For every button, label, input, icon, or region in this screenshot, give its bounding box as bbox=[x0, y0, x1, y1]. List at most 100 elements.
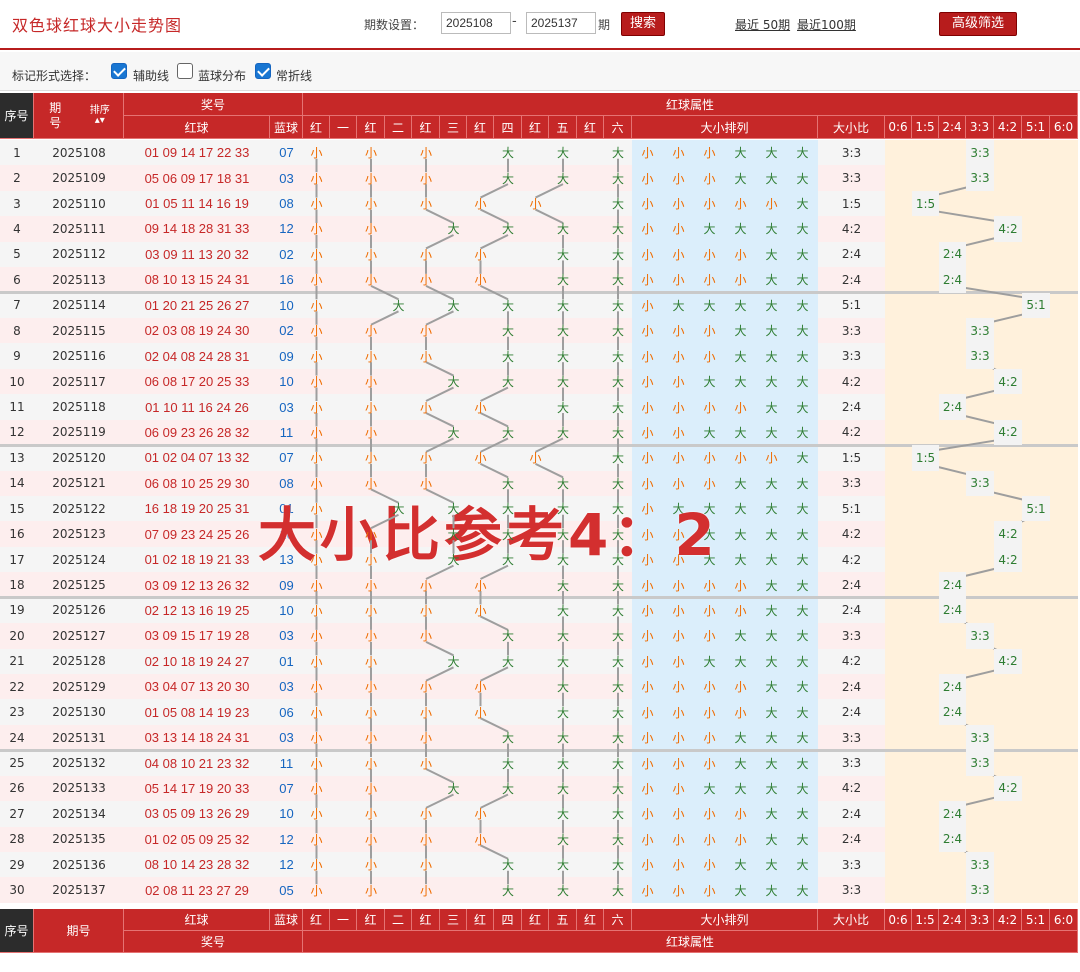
ratio-area-bg bbox=[885, 546, 1078, 573]
seq-cell: 23 bbox=[0, 699, 34, 725]
small-marker: 小 bbox=[310, 171, 323, 186]
arrangement-big: 大 bbox=[787, 368, 818, 395]
arrangement-small: 小 bbox=[663, 521, 694, 547]
arrangement-big: 大 bbox=[787, 724, 818, 751]
big-marker: 大 bbox=[556, 400, 569, 415]
arrangement-big: 大 bbox=[756, 648, 787, 675]
red-ball-numbers: 01 05 11 14 16 19 bbox=[124, 190, 270, 217]
blue-ball-number: 07 bbox=[270, 445, 303, 471]
arrangement-small: 小 bbox=[725, 674, 756, 700]
small-marker: 小 bbox=[419, 807, 432, 822]
small-marker: 小 bbox=[529, 451, 542, 466]
ratio-area-bg bbox=[885, 597, 1078, 624]
issue-cell: 2025130 bbox=[34, 699, 124, 725]
seq-cell: 27 bbox=[0, 801, 34, 827]
ratio-column-footer: 2:4 bbox=[939, 909, 966, 931]
polyline-checkbox[interactable] bbox=[255, 63, 271, 79]
position-footer: 三 bbox=[440, 909, 467, 931]
search-button[interactable]: 搜索 bbox=[621, 12, 665, 36]
size-ratio-cell: 1:5 bbox=[818, 445, 885, 471]
size-ratio-cell: 3:3 bbox=[818, 140, 885, 166]
arrangement-big: 大 bbox=[725, 216, 756, 242]
arrangement-small: 小 bbox=[632, 368, 663, 395]
big-marker: 大 bbox=[611, 527, 624, 542]
arrangement-big: 大 bbox=[725, 724, 756, 751]
red-ball-numbers: 01 10 11 16 24 26 bbox=[124, 394, 270, 420]
small-marker: 小 bbox=[310, 502, 323, 517]
arrangement-small: 小 bbox=[632, 394, 663, 420]
recent-50-link[interactable]: 最近 50期 bbox=[735, 16, 790, 33]
big-marker: 大 bbox=[611, 807, 624, 822]
arrangement-big: 大 bbox=[787, 674, 818, 700]
blue-ball-number: 12 bbox=[270, 852, 303, 878]
auxiliary-line-checkbox[interactable] bbox=[111, 63, 127, 79]
big-marker: 大 bbox=[556, 527, 569, 542]
small-marker: 小 bbox=[474, 680, 487, 695]
period-setting-label: 期数设置： bbox=[364, 18, 425, 32]
arrangement-small: 小 bbox=[632, 343, 663, 369]
arrangement-small: 小 bbox=[725, 801, 756, 827]
big-marker: 大 bbox=[611, 654, 624, 669]
issue-cell: 2025126 bbox=[34, 597, 124, 624]
issue-cell: 2025129 bbox=[34, 674, 124, 700]
blue-ball-number: 03 bbox=[270, 394, 303, 420]
issue-cell: 2025137 bbox=[34, 877, 124, 903]
recent-100-link[interactable]: 最近100期 bbox=[797, 16, 856, 33]
seq-cell: 5 bbox=[0, 241, 34, 268]
arrangement-small: 小 bbox=[632, 877, 663, 903]
period-to-input[interactable]: 2025137 bbox=[526, 12, 596, 34]
arrangement-big: 大 bbox=[725, 775, 756, 802]
size-ratio-cell: 3:3 bbox=[818, 852, 885, 878]
red-ball-numbers: 01 02 18 19 21 33 bbox=[124, 546, 270, 573]
arrangement-small: 小 bbox=[663, 445, 694, 471]
arrangement-small: 小 bbox=[632, 318, 663, 344]
position-area-bg bbox=[303, 521, 632, 547]
red-ball-numbers: 06 09 23 26 28 32 bbox=[124, 419, 270, 446]
arrangement-big: 大 bbox=[725, 648, 756, 675]
size-ratio-cell: 2:4 bbox=[818, 826, 885, 853]
top-bar: 双色球红球大小走势图 期数设置： 2025108 - 2025137 期 搜索 … bbox=[0, 0, 1080, 50]
arrangement-big: 大 bbox=[756, 267, 787, 293]
small-marker: 小 bbox=[310, 197, 323, 212]
arrangement-big: 大 bbox=[756, 699, 787, 725]
small-marker: 小 bbox=[419, 324, 432, 339]
position-area-bg bbox=[303, 852, 632, 878]
red-ball-numbers: 09 14 18 28 31 33 bbox=[124, 216, 270, 242]
period-from-input[interactable]: 2025108 bbox=[441, 12, 511, 34]
arrangement-small: 小 bbox=[663, 267, 694, 293]
red-ball-numbers: 07 09 23 24 25 26 bbox=[124, 521, 270, 547]
seq-cell: 17 bbox=[0, 546, 34, 573]
red-ball-numbers: 01 05 08 14 19 23 bbox=[124, 699, 270, 725]
big-marker: 大 bbox=[392, 298, 405, 313]
small-marker: 小 bbox=[419, 349, 432, 364]
blue-ball-distribution-checkbox[interactable] bbox=[177, 63, 193, 79]
position-footer: 红 bbox=[467, 909, 494, 931]
seq-cell: 19 bbox=[0, 597, 34, 624]
arrangement-big: 大 bbox=[787, 572, 818, 598]
advanced-filter-button[interactable]: 高级筛选 bbox=[939, 12, 1017, 36]
size-ratio-cell: 3:3 bbox=[818, 470, 885, 496]
big-marker: 大 bbox=[556, 247, 569, 262]
big-marker: 大 bbox=[501, 883, 514, 898]
arrangement-small: 小 bbox=[632, 724, 663, 751]
red-ball-numbers: 02 03 08 19 24 30 bbox=[124, 318, 270, 344]
big-marker: 大 bbox=[501, 756, 514, 771]
arrangement-big: 大 bbox=[694, 216, 725, 242]
position-header: 红 bbox=[412, 116, 440, 139]
red-attribute-footer: 红球属性 bbox=[303, 931, 1078, 953]
seq-cell: 30 bbox=[0, 877, 34, 903]
seq-cell: 25 bbox=[0, 750, 34, 776]
arrangement-big: 大 bbox=[756, 165, 787, 191]
sort-toggle[interactable]: 排序 ▴▾ bbox=[90, 105, 110, 126]
ratio-marker: 2:4 bbox=[939, 394, 966, 420]
small-marker: 小 bbox=[364, 527, 377, 542]
small-marker: 小 bbox=[310, 222, 323, 237]
blue-ball-number: 07 bbox=[270, 775, 303, 802]
big-marker: 大 bbox=[611, 375, 624, 390]
red-ball-numbers: 08 10 13 15 24 31 bbox=[124, 267, 270, 293]
seq-cell: 24 bbox=[0, 724, 34, 751]
issue-header: 期号 排序 ▴▾ bbox=[34, 93, 124, 139]
small-marker: 小 bbox=[364, 553, 377, 568]
ratio-marker: 2:4 bbox=[939, 241, 966, 268]
arrangement-small: 小 bbox=[694, 165, 725, 191]
